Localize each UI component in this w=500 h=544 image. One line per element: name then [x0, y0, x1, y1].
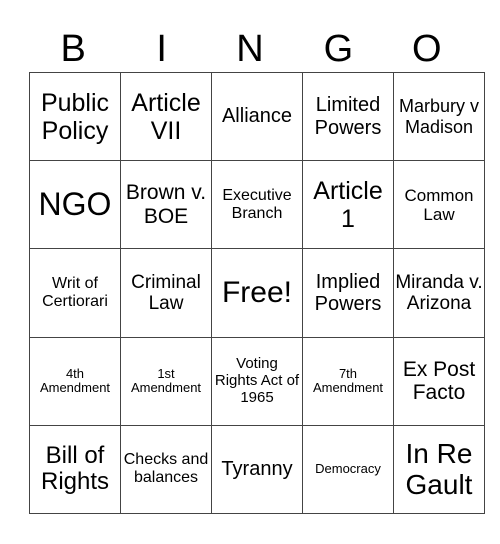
- bingo-cell[interactable]: Voting Rights Act of 1965: [211, 336, 303, 426]
- bingo-cell[interactable]: Article VII: [120, 71, 212, 162]
- bingo-cell[interactable]: Brown v. BOE: [120, 160, 212, 250]
- bingo-cell[interactable]: NGO: [29, 160, 121, 250]
- header-letter-g: G: [323, 28, 354, 70]
- bingo-cell[interactable]: Public Policy: [29, 71, 121, 162]
- grid-row: 4th Amendment 1st Amendment Voting Right…: [29, 336, 485, 426]
- bingo-cell[interactable]: Executive Branch: [211, 160, 303, 250]
- bingo-cell[interactable]: Democracy: [302, 424, 394, 515]
- bingo-cell[interactable]: Writ of Certiorari: [29, 248, 121, 338]
- bingo-cell[interactable]: 4th Amendment: [29, 336, 121, 426]
- grid-row: Writ of Certiorari Criminal Law Free! Im…: [29, 248, 485, 338]
- header-letter-o: O: [412, 28, 442, 70]
- bingo-cell[interactable]: 1st Amendment: [120, 336, 212, 426]
- bingo-cell[interactable]: 7th Amendment: [302, 336, 394, 426]
- header-letter-b: B: [60, 28, 86, 70]
- grid-row: Bill of Rights Checks and balances Tyran…: [29, 424, 485, 515]
- bingo-cell[interactable]: Tyranny: [211, 424, 303, 515]
- bingo-cell[interactable]: Implied Powers: [302, 248, 394, 338]
- bingo-cell[interactable]: Alliance: [211, 71, 303, 162]
- grid-row: NGO Brown v. BOE Executive Branch Articl…: [29, 160, 485, 250]
- bingo-cell[interactable]: Checks and balances: [120, 424, 212, 515]
- bingo-cell[interactable]: Common Law: [393, 160, 485, 250]
- header-letter-n: N: [236, 28, 264, 70]
- bingo-cell[interactable]: Bill of Rights: [29, 424, 121, 515]
- bingo-cell[interactable]: Limited Powers: [302, 71, 394, 162]
- bingo-cell[interactable]: In Re Gault: [393, 424, 485, 515]
- bingo-grid: Public Policy Article VII Alliance Limit…: [29, 71, 485, 515]
- bingo-cell[interactable]: Article 1: [302, 160, 394, 250]
- bingo-cell[interactable]: Ex Post Facto: [393, 336, 485, 426]
- header-letter-i: I: [156, 28, 167, 70]
- bingo-cell[interactable]: Marbury v Madison: [393, 71, 485, 162]
- free-space-cell[interactable]: Free!: [211, 248, 303, 338]
- bingo-cell[interactable]: Criminal Law: [120, 248, 212, 338]
- grid-row: Public Policy Article VII Alliance Limit…: [29, 71, 485, 162]
- bingo-header: B I N G O: [29, 26, 471, 72]
- bingo-cell[interactable]: Miranda v. Arizona: [393, 248, 485, 338]
